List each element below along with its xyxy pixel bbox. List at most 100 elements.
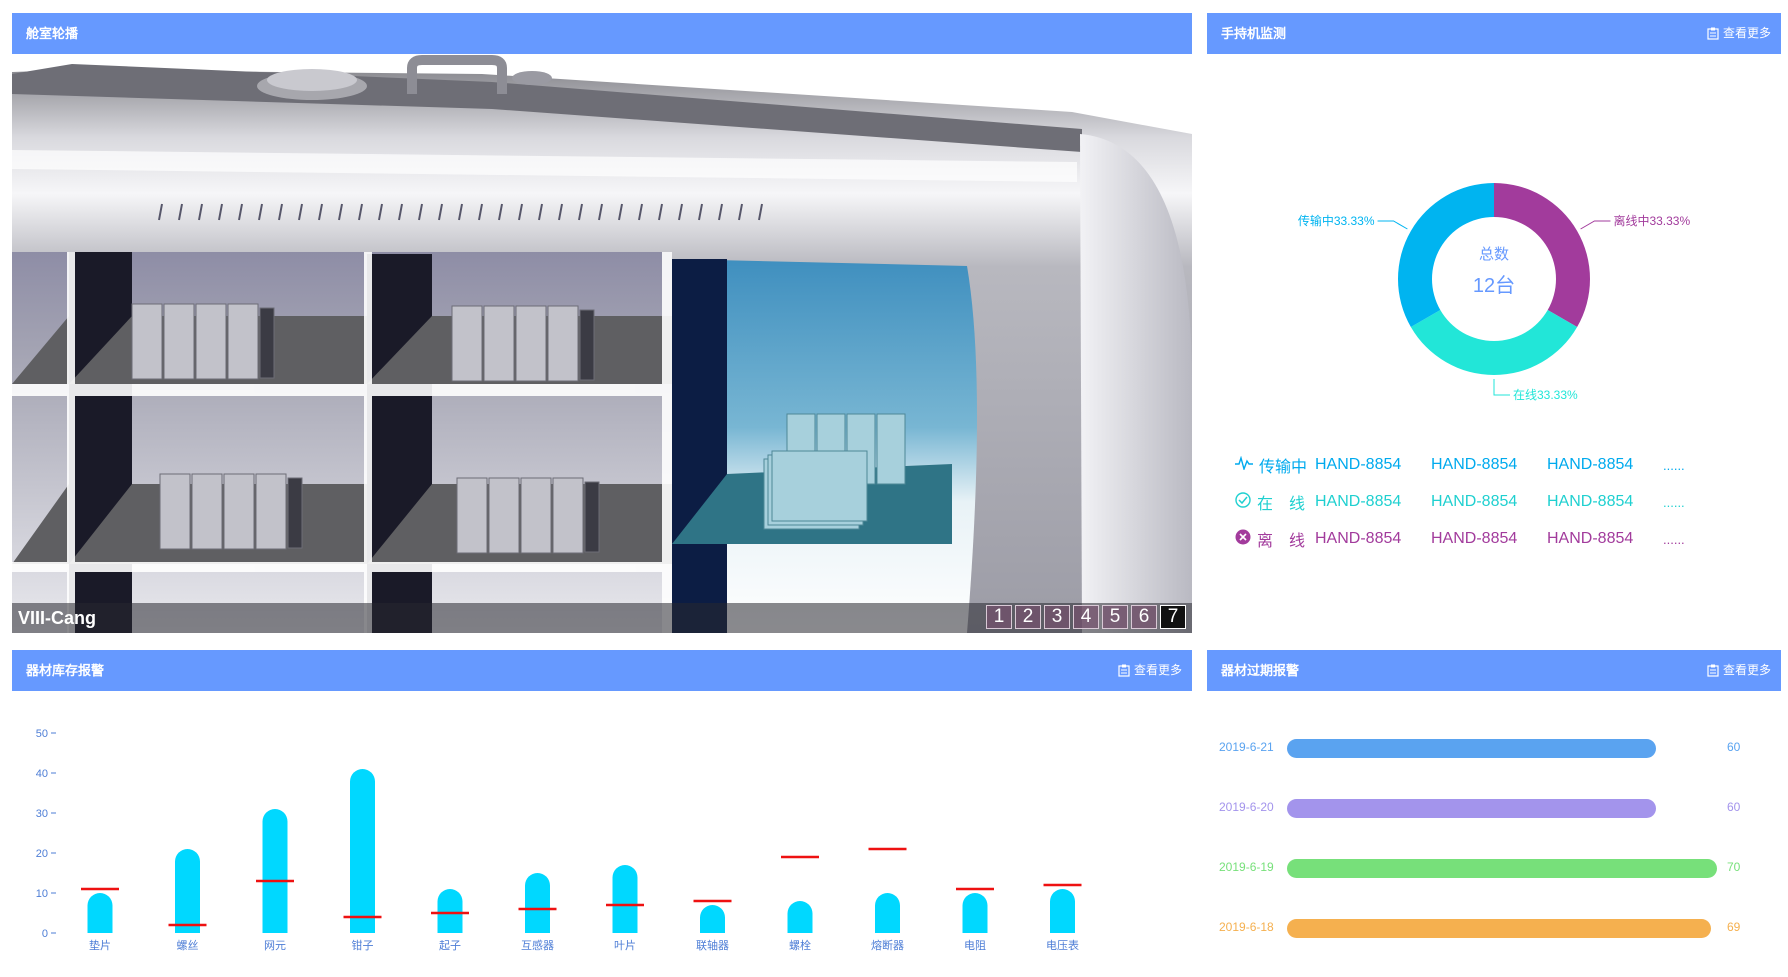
x-tick-label: 螺栓 — [789, 938, 811, 952]
x-tick-label: 叶片 — [614, 939, 636, 952]
y-tick-label: 50 — [36, 728, 48, 740]
page-button-5[interactable]: 5 — [1102, 605, 1128, 629]
device-id[interactable]: HAND-8854 — [1431, 456, 1547, 474]
page-button-3[interactable]: 3 — [1044, 605, 1070, 629]
status-text: 离 线 — [1257, 533, 1306, 550]
page-button-4[interactable]: 4 — [1073, 605, 1099, 629]
stock-bar-互感器 — [525, 873, 550, 933]
x-tick-label: 电压表 — [1046, 938, 1079, 952]
panel-title: 器材库存报警 — [26, 663, 105, 678]
device-status-label: 传输中 — [1235, 453, 1315, 477]
expiry-row: 2019-6-21 60 — [1207, 737, 1781, 759]
stock-bar-熔断器 — [875, 893, 900, 933]
donut-center-label: 总数 — [1478, 246, 1509, 263]
expiry-alarm-panel: 器材过期报警 查看更多 2019-6-21 60 2019-6-20 60 2019-6… — [1207, 650, 1781, 975]
x-tick-label: 熔断器 — [871, 938, 904, 952]
device-id[interactable]: HAND-8854 — [1315, 493, 1431, 511]
page-button-7[interactable]: 7 — [1160, 605, 1186, 629]
donut-slice-在线 — [1410, 310, 1578, 375]
stock-bar-螺栓 — [787, 901, 813, 933]
donut-label-line — [1493, 379, 1510, 396]
expiry-bar — [1287, 919, 1711, 938]
expiry-bar — [1287, 739, 1656, 758]
stock-bar-叶片 — [612, 865, 638, 933]
expiry-value-label: 69 — [1727, 920, 1741, 934]
cabin-caption: VIII-Cang — [18, 608, 97, 628]
pulse-icon — [1235, 455, 1253, 475]
page-button-2[interactable]: 2 — [1015, 605, 1041, 629]
page-button-6[interactable]: 6 — [1131, 605, 1157, 629]
y-tick-label: 0 — [42, 928, 48, 940]
donut-label-line — [1580, 220, 1611, 230]
device-status-label: 在 线 — [1235, 490, 1315, 514]
check-circle-icon — [1235, 491, 1251, 513]
stock-bar-电压表 — [1050, 889, 1075, 933]
view-more-link[interactable]: 查看更多 — [1707, 650, 1771, 691]
x-tick-label: 互感器 — [521, 939, 554, 952]
y-tick-label: 40 — [36, 768, 48, 780]
device-id[interactable]: HAND-8854 — [1547, 530, 1663, 548]
device-id[interactable]: HAND-8854 — [1547, 456, 1663, 474]
x-tick-label: 联轴器 — [696, 938, 729, 952]
device-id[interactable]: HAND-8854 — [1431, 493, 1547, 511]
page-button-1[interactable]: 1 — [986, 605, 1012, 629]
status-text: 在 线 — [1257, 496, 1306, 513]
expiry-row: 2019-6-20 60 — [1207, 797, 1781, 819]
device-status-label: 离 线 — [1235, 527, 1315, 551]
x-circle-icon — [1235, 529, 1251, 550]
expiry-date-label: 2019-6-18 — [1219, 920, 1274, 934]
stock-bar-起子 — [437, 889, 463, 933]
expiry-bar — [1287, 859, 1717, 878]
x-tick-label: 垫片 — [89, 938, 111, 952]
expiry-panel-header: 器材过期报警 查看更多 — [1207, 650, 1781, 691]
device-id[interactable]: HAND-8854 — [1315, 530, 1431, 548]
device-id[interactable]: HAND-8854 — [1431, 530, 1547, 548]
stock-panel-header: 器材库存报警 查看更多 — [12, 650, 1192, 691]
x-tick-label: 钳子 — [352, 939, 374, 952]
y-tick-label: 30 — [36, 808, 48, 820]
panel-title: 器材过期报警 — [1221, 663, 1300, 678]
clipboard-icon — [1118, 664, 1130, 677]
expiry-row: 2019-6-18 69 — [1207, 917, 1781, 939]
cabin-panel-header: 舱室轮播 — [12, 13, 1192, 54]
device-row: 离 线 HAND-8854 HAND-8854 HAND-8854...... — [1235, 527, 1685, 551]
device-row: 传输中 HAND-8854 HAND-8854 HAND-8854...... — [1235, 453, 1685, 477]
handheld-panel-header: 手持机监测 查看更多 — [1207, 13, 1781, 54]
stock-bar-钳子 — [350, 769, 375, 933]
panel-title: 舱室轮播 — [26, 26, 79, 41]
expiry-value-label: 60 — [1727, 800, 1741, 814]
device-id[interactable]: HAND-8854 — [1547, 493, 1663, 511]
x-tick-label: 螺丝 — [177, 939, 199, 952]
expiry-row: 2019-6-19 70 — [1207, 857, 1781, 879]
view-more-link[interactable]: 查看更多 — [1707, 13, 1771, 54]
stock-bar-联轴器 — [700, 905, 725, 933]
stock-bar-垫片 — [87, 893, 113, 933]
donut-label-传输中: 传输中33.33% — [1298, 213, 1375, 228]
device-id[interactable]: HAND-8854 — [1315, 456, 1431, 474]
view-more-label: 查看更多 — [1133, 663, 1182, 677]
y-tick-label: 20 — [36, 848, 48, 860]
view-more-label: 查看更多 — [1722, 663, 1771, 677]
cabin-carousel-panel: 舱室轮播 VIII-Cang 1 2 3 4 5 6 7 — [12, 13, 1192, 633]
status-text: 传输中 — [1259, 459, 1308, 476]
expiry-date-label: 2019-6-19 — [1219, 860, 1274, 874]
donut-center-value: 12台 — [1472, 275, 1516, 297]
y-tick-label: 10 — [36, 888, 48, 900]
stock-bar-网元 — [262, 809, 288, 933]
expiry-date-label: 2019-6-20 — [1219, 800, 1274, 814]
expiry-bar — [1287, 799, 1656, 818]
device-more-ellipsis[interactable]: ...... — [1663, 532, 1685, 547]
device-more-ellipsis[interactable]: ...... — [1663, 495, 1685, 510]
view-more-link[interactable]: 查看更多 — [1118, 650, 1182, 691]
cabin-3d-scene[interactable]: VIII-Cang 1234567 — [12, 54, 1192, 633]
clipboard-icon — [1707, 664, 1719, 677]
donut-label-line — [1377, 220, 1408, 230]
donut-label-在线: 在线33.33% — [1513, 388, 1578, 402]
panel-title: 手持机监测 — [1221, 26, 1287, 41]
stock-bar-电阻 — [962, 893, 988, 933]
stock-bar-螺丝 — [175, 849, 200, 933]
stock-bar-chart: 0 10 20 30 40 50 垫片 螺丝 网元 钳子 起子 互感器 叶片 联轴器 螺栓 熔断器 电阻 电压表 — [36, 728, 1082, 952]
device-more-ellipsis[interactable]: ...... — [1663, 458, 1685, 473]
x-tick-label: 电阻 — [964, 939, 986, 952]
expiry-value-label: 60 — [1727, 740, 1741, 754]
